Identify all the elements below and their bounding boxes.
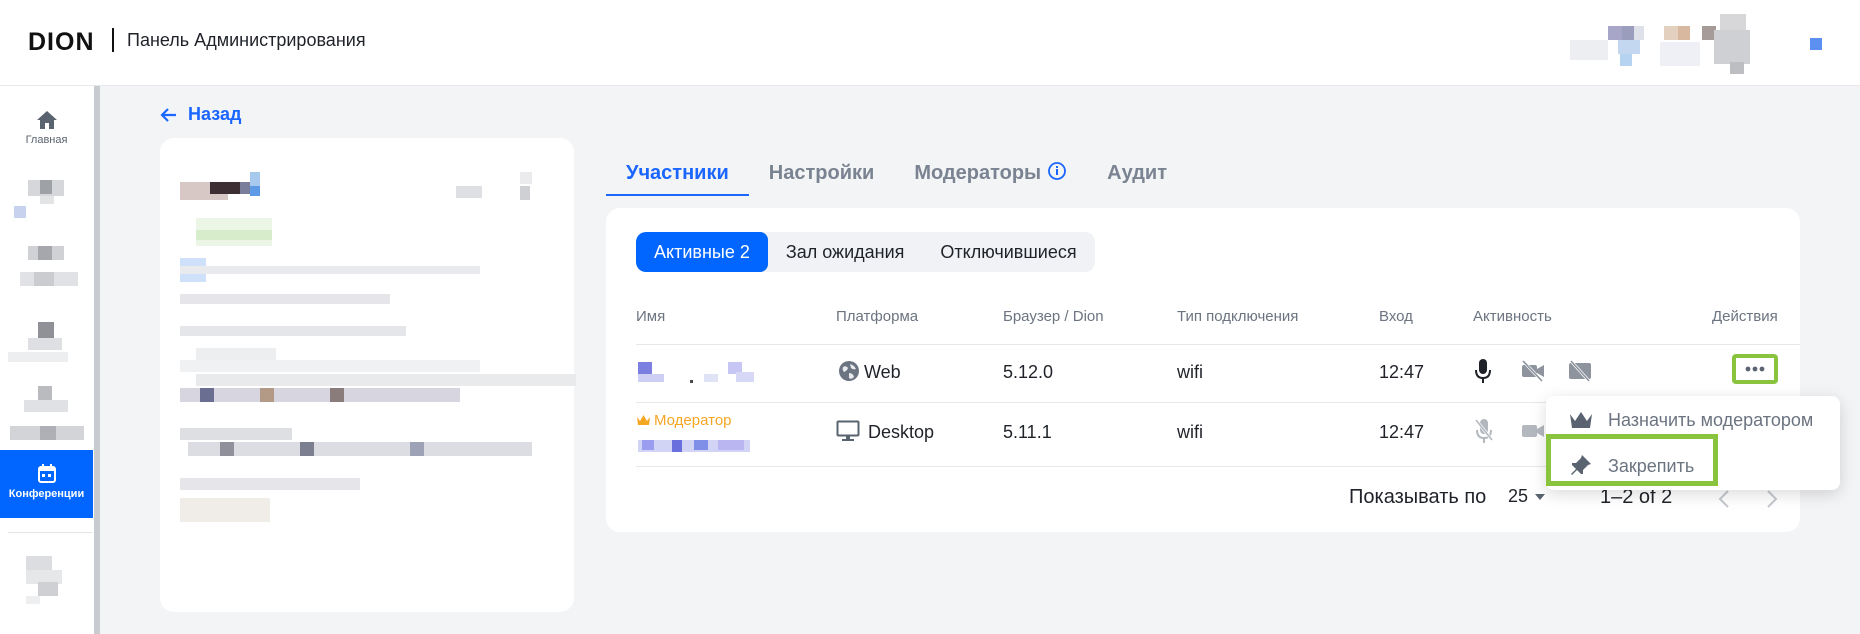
top-bar: DION Панель Администрирования bbox=[0, 0, 1860, 86]
crown-icon bbox=[1570, 412, 1592, 428]
microphone-off-icon[interactable] bbox=[1474, 418, 1494, 444]
connection-value: wifi bbox=[1177, 362, 1203, 382]
back-link[interactable]: Назад bbox=[160, 104, 241, 125]
menu-item-label: Назначить модератором bbox=[1608, 409, 1814, 430]
filter-waiting-room[interactable]: Зал ожидания bbox=[768, 232, 923, 272]
column-header-joined: Вход bbox=[1379, 308, 1413, 325]
tab-audit[interactable]: Аудит bbox=[1087, 150, 1187, 196]
tab-moderators[interactable]: Модераторы bbox=[894, 150, 1087, 196]
calendar-icon bbox=[37, 464, 56, 483]
version-value: 5.12.0 bbox=[1003, 362, 1054, 382]
info-icon[interactable] bbox=[1047, 161, 1067, 181]
filter-active[interactable]: Активные 2 bbox=[636, 232, 768, 272]
highlight-box bbox=[1546, 434, 1718, 486]
sidebar: Главная Конференции bbox=[0, 86, 95, 634]
moderator-badge: Модератор bbox=[654, 412, 732, 429]
sidebar-item-conferences[interactable]: Конференции bbox=[0, 450, 93, 518]
joined-time-value: 12:47 bbox=[1379, 422, 1425, 442]
version-value: 5.11.1 bbox=[1003, 422, 1052, 442]
chevron-left-icon[interactable] bbox=[1718, 490, 1730, 508]
sidebar-divider bbox=[8, 532, 92, 533]
chevron-right-icon[interactable] bbox=[1766, 490, 1778, 508]
rows-per-page-select[interactable]: 25 bbox=[1508, 486, 1546, 507]
camera-off-icon[interactable] bbox=[1520, 360, 1546, 382]
rows-per-page-label: Показывать по bbox=[1349, 486, 1487, 508]
user-profile-blurred[interactable] bbox=[1570, 14, 1830, 74]
participant-name-blurred bbox=[638, 362, 652, 374]
row-actions-button[interactable] bbox=[1732, 354, 1778, 384]
participant-filter: Активные 2 Зал ожидания Отключившиеся bbox=[636, 232, 1095, 272]
back-label: Назад bbox=[188, 104, 242, 124]
tab-moderators-label: Модераторы bbox=[914, 162, 1042, 184]
screen-share-off-icon[interactable] bbox=[1568, 360, 1592, 382]
tab-bar: Участники Настройки Модераторы Аудит bbox=[606, 150, 1187, 196]
rows-per-page-value: 25 bbox=[1508, 486, 1529, 506]
column-header-activity: Активность bbox=[1473, 308, 1552, 325]
home-icon bbox=[36, 111, 57, 129]
sidebar-item-label: Конференции bbox=[8, 488, 85, 500]
column-header-platform: Платформа bbox=[836, 308, 919, 325]
globe-icon bbox=[839, 361, 859, 381]
camera-off-icon[interactable] bbox=[1520, 420, 1546, 442]
connection-value: wifi bbox=[1177, 422, 1203, 442]
arrow-left-icon bbox=[160, 107, 176, 122]
column-header-name: Имя bbox=[636, 308, 666, 325]
column-header-browser: Браузер / Dion bbox=[1003, 308, 1104, 325]
filter-disconnected[interactable]: Отключившиеся bbox=[922, 232, 1094, 272]
caret-down-icon bbox=[1535, 493, 1546, 500]
conference-info-card bbox=[160, 138, 576, 612]
platform-value: Web bbox=[864, 362, 901, 382]
sidebar-scrollbar[interactable] bbox=[94, 86, 100, 634]
tab-participants[interactable]: Участники bbox=[606, 150, 749, 196]
sidebar-item-home[interactable]: Главная bbox=[0, 110, 93, 170]
crown-icon bbox=[637, 415, 650, 425]
logo: DION bbox=[28, 28, 95, 56]
logo-separator bbox=[112, 28, 114, 52]
more-horizontal-icon bbox=[1745, 366, 1765, 372]
column-header-connection: Тип подключения bbox=[1177, 308, 1299, 325]
platform-value: Desktop bbox=[868, 422, 935, 442]
row-divider bbox=[636, 344, 1800, 345]
app-title: Панель Администрирования bbox=[127, 30, 366, 50]
sidebar-item-label: Главная bbox=[25, 134, 68, 146]
tab-settings[interactable]: Настройки bbox=[749, 150, 895, 196]
column-header-actions: Действия bbox=[1712, 308, 1778, 325]
monitor-icon bbox=[836, 420, 860, 441]
microphone-icon[interactable] bbox=[1474, 358, 1492, 384]
joined-time-value: 12:47 bbox=[1379, 362, 1425, 382]
